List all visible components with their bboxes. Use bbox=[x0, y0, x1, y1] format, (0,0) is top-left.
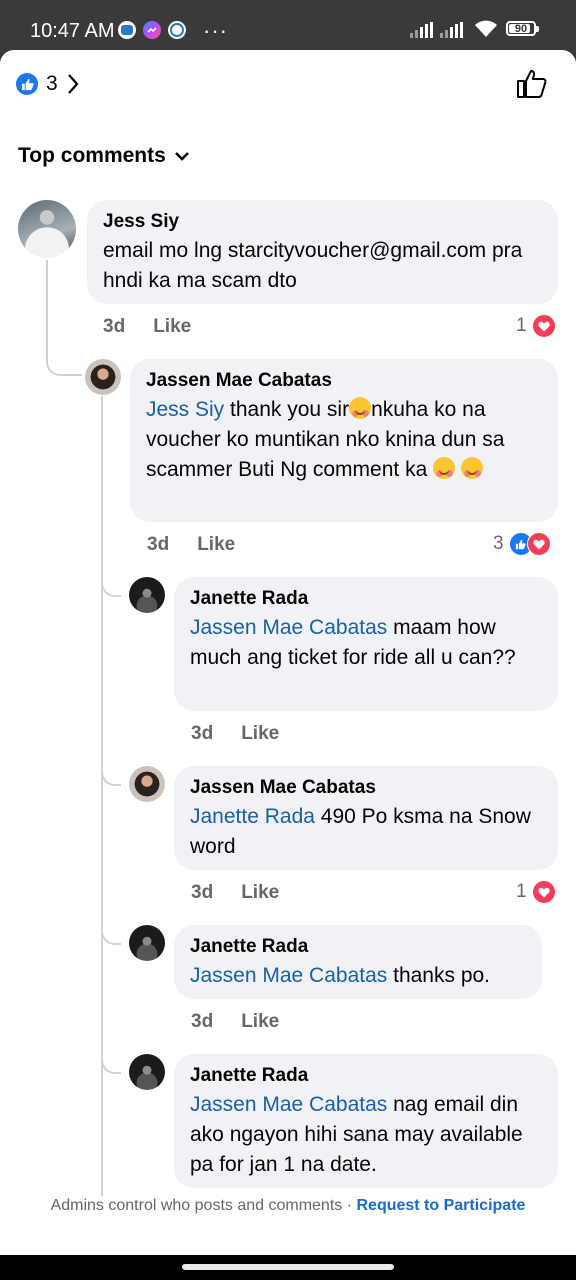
comment-author[interactable]: Janette Rada bbox=[190, 587, 542, 611]
comment-text: Jess Siy thank you sir nkuha ko na vouche… bbox=[146, 395, 542, 485]
comment-like-button[interactable]: Like bbox=[153, 316, 191, 338]
reaction-summary[interactable]: 3 bbox=[16, 72, 80, 96]
system-navigation-bar bbox=[0, 1255, 576, 1280]
comment-time: 3d bbox=[103, 316, 126, 337]
chevron-right-icon bbox=[67, 74, 79, 94]
thread-connector bbox=[101, 1024, 121, 1074]
notice-text: Admins control who posts and comments · bbox=[50, 1197, 357, 1214]
avatar[interactable] bbox=[129, 925, 165, 961]
comment-author[interactable]: Janette Rada bbox=[190, 1064, 542, 1088]
comment-text: email mo lng starcityvoucher@gmail.com p… bbox=[103, 239, 523, 292]
comment-author[interactable]: Janette Rada bbox=[190, 935, 526, 959]
comment-author[interactable]: Jassen Mae Cabatas bbox=[190, 776, 542, 800]
battery-level: 90 bbox=[514, 22, 528, 35]
mention-link[interactable]: Jess Siy bbox=[146, 398, 224, 421]
comment-text: Jassen Mae Cabatas thanks po. bbox=[190, 961, 526, 991]
avatar[interactable] bbox=[129, 766, 165, 802]
comment-reactions[interactable]: 1 bbox=[516, 314, 556, 338]
smiling-face-with-hearts-emoji bbox=[460, 457, 483, 479]
avatar[interactable] bbox=[85, 359, 121, 395]
request-to-participate-link[interactable]: Request to Participate bbox=[356, 1197, 525, 1214]
avatar[interactable] bbox=[129, 577, 165, 613]
comment-text: Jassen Mae Cabatas maam how much ang tic… bbox=[190, 613, 542, 673]
thread-connector bbox=[46, 260, 82, 376]
notification-icons bbox=[118, 21, 186, 39]
thread-connector bbox=[101, 736, 121, 786]
mention-link[interactable]: Janette Rada bbox=[190, 805, 315, 828]
comment-actions: 3d Like bbox=[191, 723, 279, 745]
comment-text: Jassen Mae Cabatas nag email din ako nga… bbox=[190, 1090, 542, 1180]
comment-author[interactable]: Jassen Mae Cabatas bbox=[146, 369, 542, 393]
love-reaction-icon bbox=[526, 532, 551, 556]
comment-text-part: thanks po. bbox=[387, 964, 491, 987]
love-reaction-icon bbox=[531, 880, 556, 904]
messenger-notification-icon bbox=[143, 21, 161, 39]
comment-bubble[interactable]: Jess Siy email mo lng starcityvoucher@gm… bbox=[87, 200, 558, 304]
status-bar: 10:47 AM ··· 90 bbox=[0, 0, 576, 50]
comment-bubble[interactable]: Janette Rada Jassen Mae Cabatas thanks p… bbox=[174, 925, 542, 999]
comment-text: Janette Rada 490 Po ksma na Snow word bbox=[190, 802, 542, 862]
app-notification-icon bbox=[168, 21, 186, 39]
avatar[interactable] bbox=[18, 200, 76, 258]
comment-reaction-count: 1 bbox=[516, 881, 527, 902]
reaction-count: 3 bbox=[46, 72, 58, 95]
comment-time: 3d bbox=[191, 723, 214, 744]
like-reaction-icon bbox=[16, 73, 38, 95]
comment-actions: 3d Like bbox=[191, 882, 279, 904]
comment-sort-dropdown[interactable]: Top comments bbox=[18, 144, 190, 168]
participation-notice: Admins control who posts and comments · … bbox=[0, 1197, 576, 1215]
sort-label: Top comments bbox=[18, 144, 166, 167]
mention-link[interactable]: Jassen Mae Cabatas bbox=[190, 964, 387, 987]
comment-reaction-count: 3 bbox=[493, 533, 504, 554]
avatar[interactable] bbox=[129, 1054, 165, 1090]
comment-bubble[interactable]: Jassen Mae Cabatas Jess Siy thank you si… bbox=[130, 359, 558, 522]
home-gesture-handle[interactable] bbox=[182, 1264, 394, 1270]
comment-like-button[interactable]: Like bbox=[241, 1011, 279, 1033]
comment-actions: 3d Like bbox=[103, 316, 191, 338]
comment-time: 3d bbox=[147, 534, 170, 555]
thread-line bbox=[101, 396, 103, 1196]
comment-time: 3d bbox=[191, 1011, 214, 1032]
signal-icon-2 bbox=[440, 22, 463, 38]
like-post-button[interactable] bbox=[516, 68, 548, 100]
comment-bubble[interactable]: Janette Rada Jassen Mae Cabatas nag emai… bbox=[174, 1054, 558, 1188]
chat-notification-icon bbox=[118, 21, 136, 39]
comment-bubble[interactable]: Janette Rada Jassen Mae Cabatas maam how… bbox=[174, 577, 558, 711]
signal-icon bbox=[410, 22, 433, 38]
love-reaction-icon bbox=[531, 314, 556, 338]
comment-actions: 3d Like bbox=[191, 1011, 279, 1033]
comment-text-part: thank you sir bbox=[224, 398, 350, 421]
comment-actions: 3d Like bbox=[147, 534, 235, 556]
comment-like-button[interactable]: Like bbox=[241, 723, 279, 745]
comment-reaction-count: 1 bbox=[516, 315, 527, 336]
comments-sheet: 3 Top comments Jess Siy email mo lng sta… bbox=[0, 50, 576, 1255]
comment-like-button[interactable]: Like bbox=[241, 882, 279, 904]
smiling-face-with-hearts-emoji bbox=[349, 397, 372, 419]
smiling-face-with-hearts-emoji bbox=[433, 457, 456, 479]
thread-connector bbox=[101, 895, 121, 945]
wifi-icon bbox=[475, 20, 497, 37]
mention-link[interactable]: Jassen Mae Cabatas bbox=[190, 1093, 387, 1116]
comment-time: 3d bbox=[191, 882, 214, 903]
comment-bubble[interactable]: Jassen Mae Cabatas Janette Rada 490 Po k… bbox=[174, 766, 558, 870]
mention-link[interactable]: Jassen Mae Cabatas bbox=[190, 616, 387, 639]
more-notifications-dots: ··· bbox=[203, 18, 228, 43]
comment-like-button[interactable]: Like bbox=[197, 534, 235, 556]
chevron-down-icon bbox=[174, 152, 189, 161]
thread-connector bbox=[101, 547, 121, 597]
status-time: 10:47 AM bbox=[30, 20, 115, 42]
comment-reactions[interactable]: 3 bbox=[493, 532, 551, 556]
comment-author[interactable]: Jess Siy bbox=[103, 210, 542, 234]
comment-reactions[interactable]: 1 bbox=[516, 880, 556, 904]
battery-icon: 90 bbox=[506, 21, 539, 36]
